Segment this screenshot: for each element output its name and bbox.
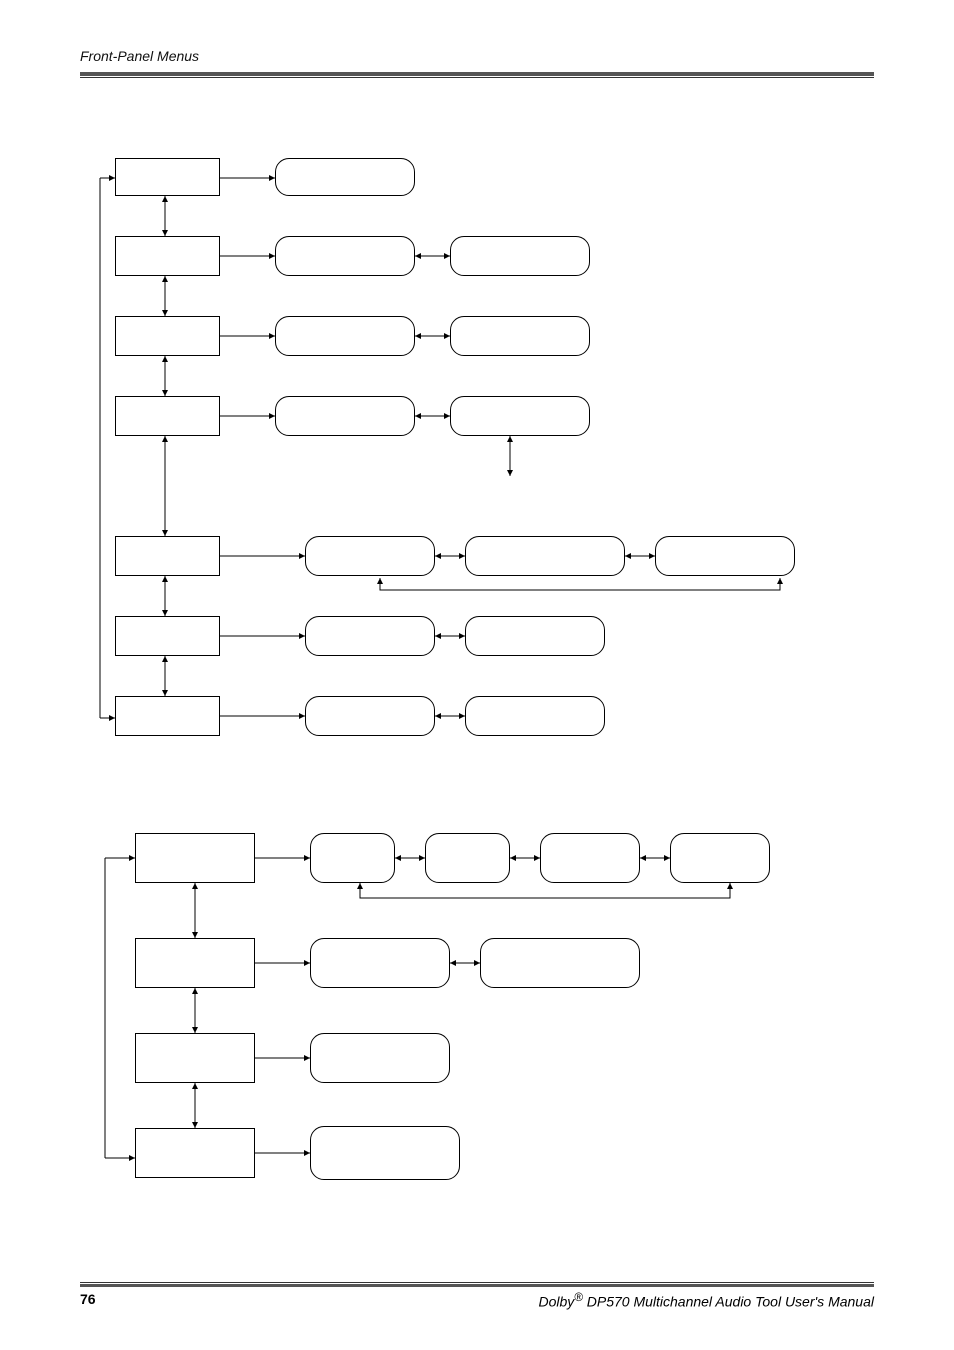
- page-footer: 76 Dolby® DP570 Multichannel Audio Tool …: [80, 1281, 874, 1310]
- menu-flow-diagram: [80, 138, 874, 1188]
- diagram-connectors: [80, 138, 874, 1188]
- menu-option: [655, 536, 795, 576]
- menu-option: [450, 236, 590, 276]
- menu-box: [135, 1128, 255, 1178]
- menu-option: [275, 316, 415, 356]
- menu-box: [115, 158, 220, 196]
- menu-box: [115, 616, 220, 656]
- menu-option: [310, 833, 395, 883]
- menu-option: [480, 938, 640, 988]
- menu-option: [310, 938, 450, 988]
- menu-box: [115, 316, 220, 356]
- menu-option: [450, 396, 590, 436]
- menu-box: [115, 536, 220, 576]
- menu-box: [135, 1033, 255, 1083]
- menu-box: [135, 938, 255, 988]
- footer-title: Dolby® DP570 Multichannel Audio Tool Use…: [538, 1291, 874, 1310]
- menu-option: [275, 236, 415, 276]
- menu-box: [135, 833, 255, 883]
- header-label: Front-Panel Menus: [80, 48, 874, 70]
- menu-option: [305, 536, 435, 576]
- menu-option: [305, 696, 435, 736]
- page-number: 76: [80, 1291, 96, 1307]
- menu-option: [310, 1033, 450, 1083]
- footer-rule-thick: [80, 1284, 874, 1287]
- header-rule-thin: [80, 77, 874, 78]
- header-rule-thick: [80, 72, 874, 76]
- menu-option: [465, 616, 605, 656]
- menu-option: [275, 158, 415, 196]
- menu-option: [305, 616, 435, 656]
- menu-option: [465, 696, 605, 736]
- menu-option: [425, 833, 510, 883]
- menu-option: [670, 833, 770, 883]
- menu-option: [540, 833, 640, 883]
- menu-option: [310, 1126, 460, 1180]
- menu-box: [115, 396, 220, 436]
- footer-rule-thin: [80, 1282, 874, 1283]
- menu-box: [115, 236, 220, 276]
- menu-option: [450, 316, 590, 356]
- menu-box: [115, 696, 220, 736]
- menu-option: [275, 396, 415, 436]
- menu-option: [465, 536, 625, 576]
